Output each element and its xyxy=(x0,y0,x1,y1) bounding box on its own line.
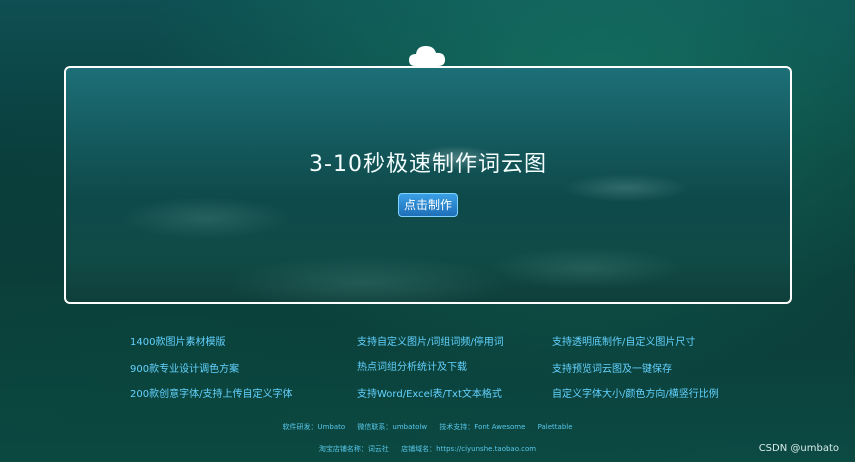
watermark: CSDN @umbato xyxy=(758,443,839,454)
hero-title: 3-10秒极速制作词云图 xyxy=(309,152,547,177)
feature-item: 自定义字体大小/颜色方向/横竖行比例 xyxy=(552,389,719,400)
footer-tech-support: 技术支持：Font Awesome xyxy=(439,423,526,431)
feature-list: 1400款图片素材模版 支持自定义图片/词组词频/停用词 支持透明底制作/自定义… xyxy=(0,330,855,410)
footer-shop-name: 淘宝店铺名称：词云社 xyxy=(318,445,389,453)
footer-palettable: Palettable xyxy=(537,423,573,431)
feature-item: 200款创意字体/支持上传自定义字体 xyxy=(130,389,293,400)
feature-item: 900款专业设计调色方案 xyxy=(130,364,240,375)
footer-developer: 软件研发：Umbato xyxy=(282,423,346,431)
feature-item: 热点词组分析统计及下载 xyxy=(357,362,467,373)
cloud-icon xyxy=(409,46,445,66)
feature-item: 支持Word/Excel表/Txt文本格式 xyxy=(357,389,502,400)
hero-banner: 3-10秒极速制作词云图 点击制作 xyxy=(64,66,792,304)
footer-wechat: 微信联系：umbatolw xyxy=(357,423,428,431)
footer-credits: 软件研发：Umbato 微信联系：umbatolw 技术支持：Font Awes… xyxy=(0,422,855,432)
footer-shop: 淘宝店铺名称：词云社 店铺域名：https://ciyunshe.taobao.… xyxy=(0,444,855,454)
feature-item: 支持预览词云图及一键保存 xyxy=(552,364,672,375)
make-wordcloud-button[interactable]: 点击制作 xyxy=(398,193,458,217)
feature-item: 支持自定义图片/词组词频/停用词 xyxy=(357,337,504,348)
feature-item: 支持透明底制作/自定义图片尺寸 xyxy=(552,337,696,348)
footer-shop-domain[interactable]: 店铺域名：https://ciyunshe.taobao.com xyxy=(401,445,536,453)
feature-item: 1400款图片素材模版 xyxy=(130,337,226,348)
